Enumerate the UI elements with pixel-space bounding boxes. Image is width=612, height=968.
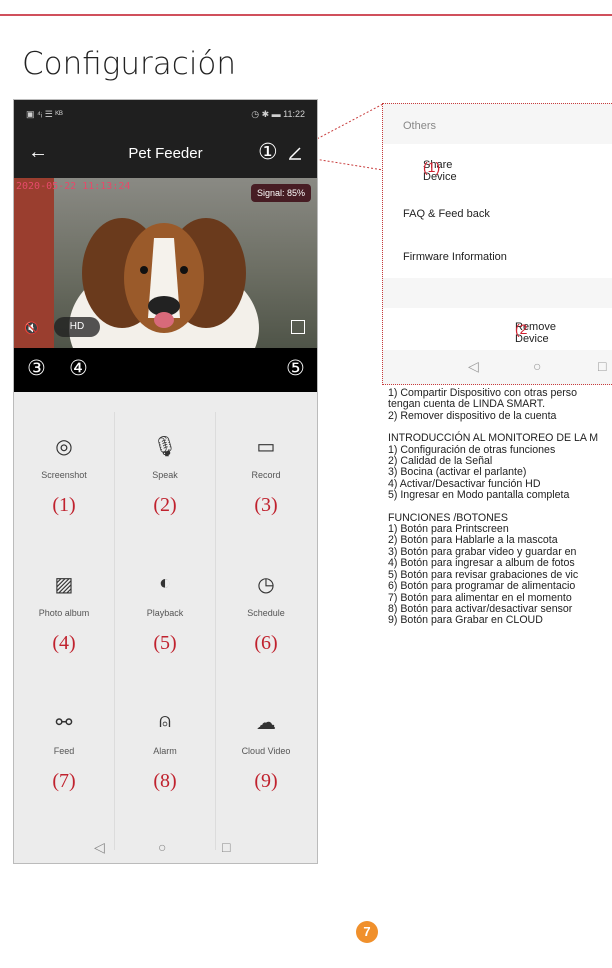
callout-number-4: ④ bbox=[69, 356, 88, 380]
share-callout: (1) bbox=[423, 159, 441, 175]
video-callout-strip bbox=[14, 348, 317, 392]
button-number: (3) bbox=[254, 494, 278, 516]
video-camera-icon: ▭ bbox=[256, 436, 276, 458]
callout-number-5: ⑤ bbox=[286, 356, 305, 380]
callout-number-3: ③ bbox=[27, 356, 46, 380]
share-device-row[interactable]: Share Device (1) bbox=[383, 144, 612, 190]
schedule-button[interactable]: ◷ Schedule (6) bbox=[216, 550, 316, 688]
button-number: (7) bbox=[52, 770, 76, 792]
phone-screenshot: ▣ ⁴ᵢ ☰ ᴷᴮ ◷ ✱ ▬ 11:22 ← Pet Feeder ① 202… bbox=[13, 99, 318, 864]
button-label: Cloud Video bbox=[241, 746, 291, 756]
camera-feed[interactable]: 2020-05-22 11:13:24 Signal: 85% 🔇 HD bbox=[14, 178, 317, 348]
speak-button[interactable]: 🎙 Speak (2) bbox=[115, 412, 215, 550]
fullscreen-icon[interactable] bbox=[291, 320, 305, 334]
remove-device-row[interactable]: Remove Device (2 bbox=[383, 308, 612, 350]
alarm-icon: ⍝ bbox=[159, 710, 171, 732]
nav-back-icon[interactable]: ◁ bbox=[468, 358, 479, 375]
playback-button[interactable]: ◐ Playback (5) bbox=[115, 550, 215, 688]
button-number: (9) bbox=[254, 770, 278, 792]
page-number-badge: 7 bbox=[356, 921, 378, 943]
signal-badge: Signal: 85% bbox=[250, 184, 311, 202]
screenshot-button[interactable]: ◎ Screenshot (1) bbox=[14, 412, 114, 550]
clock-icon: ◷ bbox=[257, 574, 275, 596]
section-heading: INTRODUCCIÓN AL MONITOREO DE LA M bbox=[388, 432, 599, 445]
record-button[interactable]: ▭ Record (3) bbox=[216, 412, 316, 550]
nav-back-icon[interactable]: ◁ bbox=[94, 839, 105, 856]
camera-icon: ◎ bbox=[55, 436, 73, 458]
speaker-mute-icon[interactable]: 🔇 bbox=[24, 321, 39, 335]
alarm-button[interactable]: ⍝ Alarm (8) bbox=[115, 688, 215, 826]
button-label: Record bbox=[251, 470, 281, 480]
android-nav-bar: ◁ ○ □ bbox=[14, 835, 317, 863]
nav-recents-icon[interactable]: □ bbox=[222, 839, 230, 855]
status-left: ▣ ⁴ᵢ ☰ ᴷᴮ bbox=[26, 109, 63, 119]
video-timestamp: 2020-05-22 11:13:24 bbox=[16, 181, 131, 192]
note-line: 6) Botón para programar de alimentacio bbox=[388, 580, 576, 593]
nav-home-icon[interactable]: ○ bbox=[158, 839, 166, 855]
note-line: 5) Ingresar en Modo pantalla completa bbox=[388, 489, 570, 502]
note-line: 4) Botón para ingresar a album de fotos bbox=[388, 557, 575, 570]
button-number: (4) bbox=[52, 632, 76, 654]
function-button-grid: ◎ Screenshot (1) 🎙 Speak (2) ▭ Record (3… bbox=[14, 412, 317, 832]
button-label: Photo album bbox=[38, 608, 90, 618]
bone-icon: ⚯ bbox=[55, 712, 73, 734]
app-bar: ← Pet Feeder ① bbox=[14, 132, 317, 178]
instructions-text: 1) Compartir Dispositivo con otras perso… bbox=[388, 387, 612, 627]
button-number: (2) bbox=[153, 494, 177, 516]
photo-album-button[interactable]: ▨ Photo album (4) bbox=[14, 550, 114, 688]
button-label: Playback bbox=[146, 608, 184, 618]
cloud-icon: ☁ bbox=[256, 712, 276, 734]
button-label: Alarm bbox=[153, 746, 177, 756]
button-number: (5) bbox=[153, 632, 177, 654]
cloud-video-button[interactable]: ☁ Cloud Video (9) bbox=[216, 688, 316, 826]
firmware-row[interactable]: Firmware Information bbox=[383, 234, 612, 278]
nav-recents-icon[interactable]: □ bbox=[598, 358, 606, 374]
note-line: 9) Botón para Grabar en CLOUD bbox=[388, 614, 543, 627]
note-line: 2) Remover dispositivo de la cuenta bbox=[388, 409, 557, 422]
button-number: (8) bbox=[153, 770, 177, 792]
button-label: Screenshot bbox=[41, 470, 87, 480]
remove-callout: (2 bbox=[515, 321, 528, 337]
image-icon: ▨ bbox=[54, 574, 74, 596]
nav-home-icon[interactable]: ○ bbox=[533, 358, 541, 374]
button-number: (1) bbox=[52, 494, 76, 516]
edit-pencil-icon[interactable] bbox=[288, 146, 302, 160]
status-bar: ▣ ⁴ᵢ ☰ ᴷᴮ ◷ ✱ ▬ 11:22 bbox=[14, 100, 317, 132]
playback-icon: ◐ bbox=[158, 572, 172, 594]
feed-button[interactable]: ⚯ Feed (7) bbox=[14, 688, 114, 826]
status-right: ◷ ✱ ▬ 11:22 bbox=[251, 109, 305, 119]
hd-toggle-button[interactable]: HD bbox=[54, 317, 100, 337]
callout-number-1: ① bbox=[258, 140, 278, 165]
microphone-icon: 🎙 bbox=[152, 436, 178, 458]
button-label: Schedule bbox=[247, 608, 285, 618]
button-label: Feed bbox=[53, 746, 75, 756]
button-label: Speak bbox=[152, 470, 178, 480]
others-header: Others bbox=[383, 104, 612, 144]
settings-panel: Others Share Device (1) FAQ & Feed back … bbox=[382, 103, 612, 385]
panel-nav-bar: ◁ ○ □ bbox=[383, 350, 612, 384]
button-number: (6) bbox=[254, 632, 278, 654]
faq-row[interactable]: FAQ & Feed back bbox=[383, 190, 612, 234]
